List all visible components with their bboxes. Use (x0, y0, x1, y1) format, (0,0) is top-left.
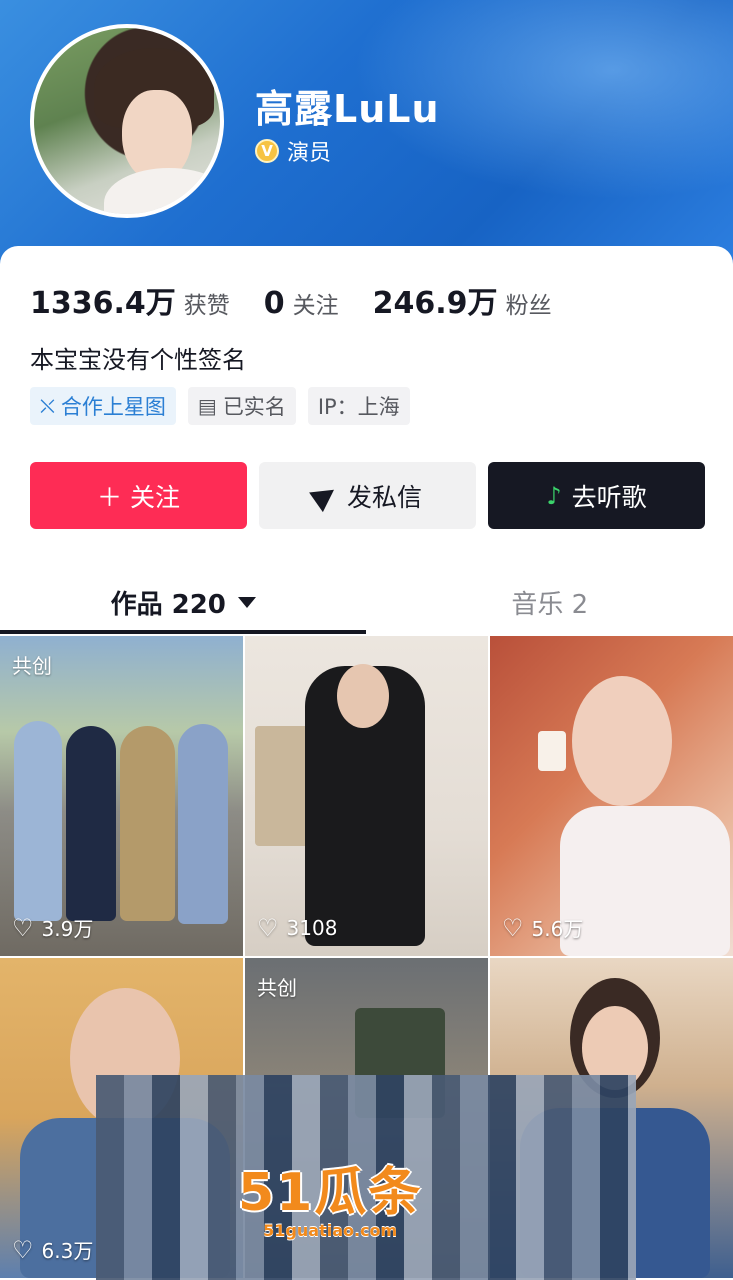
music-button[interactable]: ♪ 去听歌 (488, 462, 705, 529)
video-thumbnail[interactable]: 共创 ♡ 3.9万 (0, 636, 243, 956)
like-value: 3.9万 (41, 917, 94, 941)
send-icon (309, 479, 341, 512)
stat-value: 0 (263, 286, 285, 321)
tab-music[interactable]: 音乐 2 (367, 570, 733, 634)
watermark-logo: 51瓜条 (238, 1163, 423, 1223)
heart-icon: ♡ (12, 1235, 34, 1264)
music-note-icon: ♪ (546, 481, 562, 510)
figure (66, 726, 116, 921)
figure (120, 726, 175, 921)
content-tabs: 作品 220 音乐 2 (0, 570, 733, 634)
stat-value: 1336.4万 (30, 286, 176, 321)
stat-value: 246.9万 (372, 286, 498, 321)
avatar[interactable] (30, 24, 224, 218)
stat-label: 关注 (292, 293, 339, 319)
tab-works[interactable]: 作品 220 (0, 570, 367, 634)
follow-button[interactable]: ＋ 关注 (30, 462, 247, 529)
video-thumbnail[interactable]: ♡ 3108 (245, 636, 488, 956)
tag-verified[interactable]: ▤ 已实名 (187, 387, 296, 425)
profile-name: 高露LuLu (255, 87, 440, 131)
follow-label: ＋ 关注 (97, 482, 180, 512)
caret-down-icon[interactable] (237, 596, 256, 608)
like-count: ♡ 3108 (257, 914, 337, 942)
star-map-icon: ⛌ (40, 394, 55, 418)
figure (560, 806, 730, 956)
like-value: 5.6万 (531, 917, 584, 941)
tag-star-map[interactable]: ⛌ 合作上星图 (30, 387, 176, 425)
figure (14, 721, 62, 921)
heart-icon: ♡ (12, 913, 34, 942)
like-count: ♡ 5.6万 (502, 913, 583, 942)
verified-badge-icon: V (255, 139, 279, 163)
avatar-shirt (104, 168, 220, 214)
like-value: 3108 (286, 916, 338, 940)
like-value: 6.3万 (41, 1239, 94, 1263)
video-thumbnail[interactable]: ♡ 5.6万 (490, 636, 733, 956)
stats-row: 1336.4万 获赞 0 关注 246.9万 粉丝 (30, 278, 586, 322)
tab-works-label: 作品 220 (110, 589, 226, 620)
tab-music-label: 音乐 2 (511, 589, 589, 620)
tag-label: IP：上海 (317, 395, 400, 419)
like-count: ♡ 3.9万 (12, 913, 93, 942)
tag-label: 合作上星图 (60, 395, 166, 419)
figure (178, 724, 228, 924)
music-label: 去听歌 (571, 482, 647, 512)
figure-face (572, 676, 672, 806)
role-row: V 演员 (255, 135, 331, 167)
tab-underline (0, 630, 366, 634)
bio-text: 本宝宝没有个性签名 (30, 346, 246, 374)
tag-row: ⛌ 合作上星图 ▤ 已实名 IP：上海 (30, 387, 410, 425)
message-label: 发私信 (346, 482, 422, 512)
tag-ip: IP：上海 (307, 387, 410, 425)
action-buttons: ＋ 关注 发私信 ♪ 去听歌 (30, 462, 705, 529)
heart-icon: ♡ (502, 913, 524, 942)
stat-followers[interactable]: 246.9万 粉丝 (373, 278, 552, 322)
stat-following[interactable]: 0 关注 (264, 286, 339, 321)
heart-icon: ♡ (257, 914, 279, 942)
stat-likes: 1336.4万 获赞 (30, 278, 230, 322)
figure-face (337, 664, 389, 728)
role-label: 演员 (287, 141, 332, 166)
like-count: ♡ 6.3万 (12, 1235, 93, 1264)
message-button[interactable]: 发私信 (259, 462, 476, 529)
stat-label: 粉丝 (505, 293, 552, 319)
cocreate-tag: 共创 (12, 654, 52, 678)
tag-label: 已实名 (222, 395, 286, 419)
stat-label: 获赞 (183, 293, 230, 319)
profile-header: 高露LuLu V 演员 (0, 0, 733, 270)
mahjong-tile (538, 731, 566, 771)
watermark-url: 51guatiao.com (263, 1221, 398, 1240)
watermark: 51瓜条 51guatiao.com (238, 1150, 422, 1240)
id-card-icon: ▤ (197, 394, 217, 418)
cocreate-tag: 共创 (257, 976, 297, 1000)
